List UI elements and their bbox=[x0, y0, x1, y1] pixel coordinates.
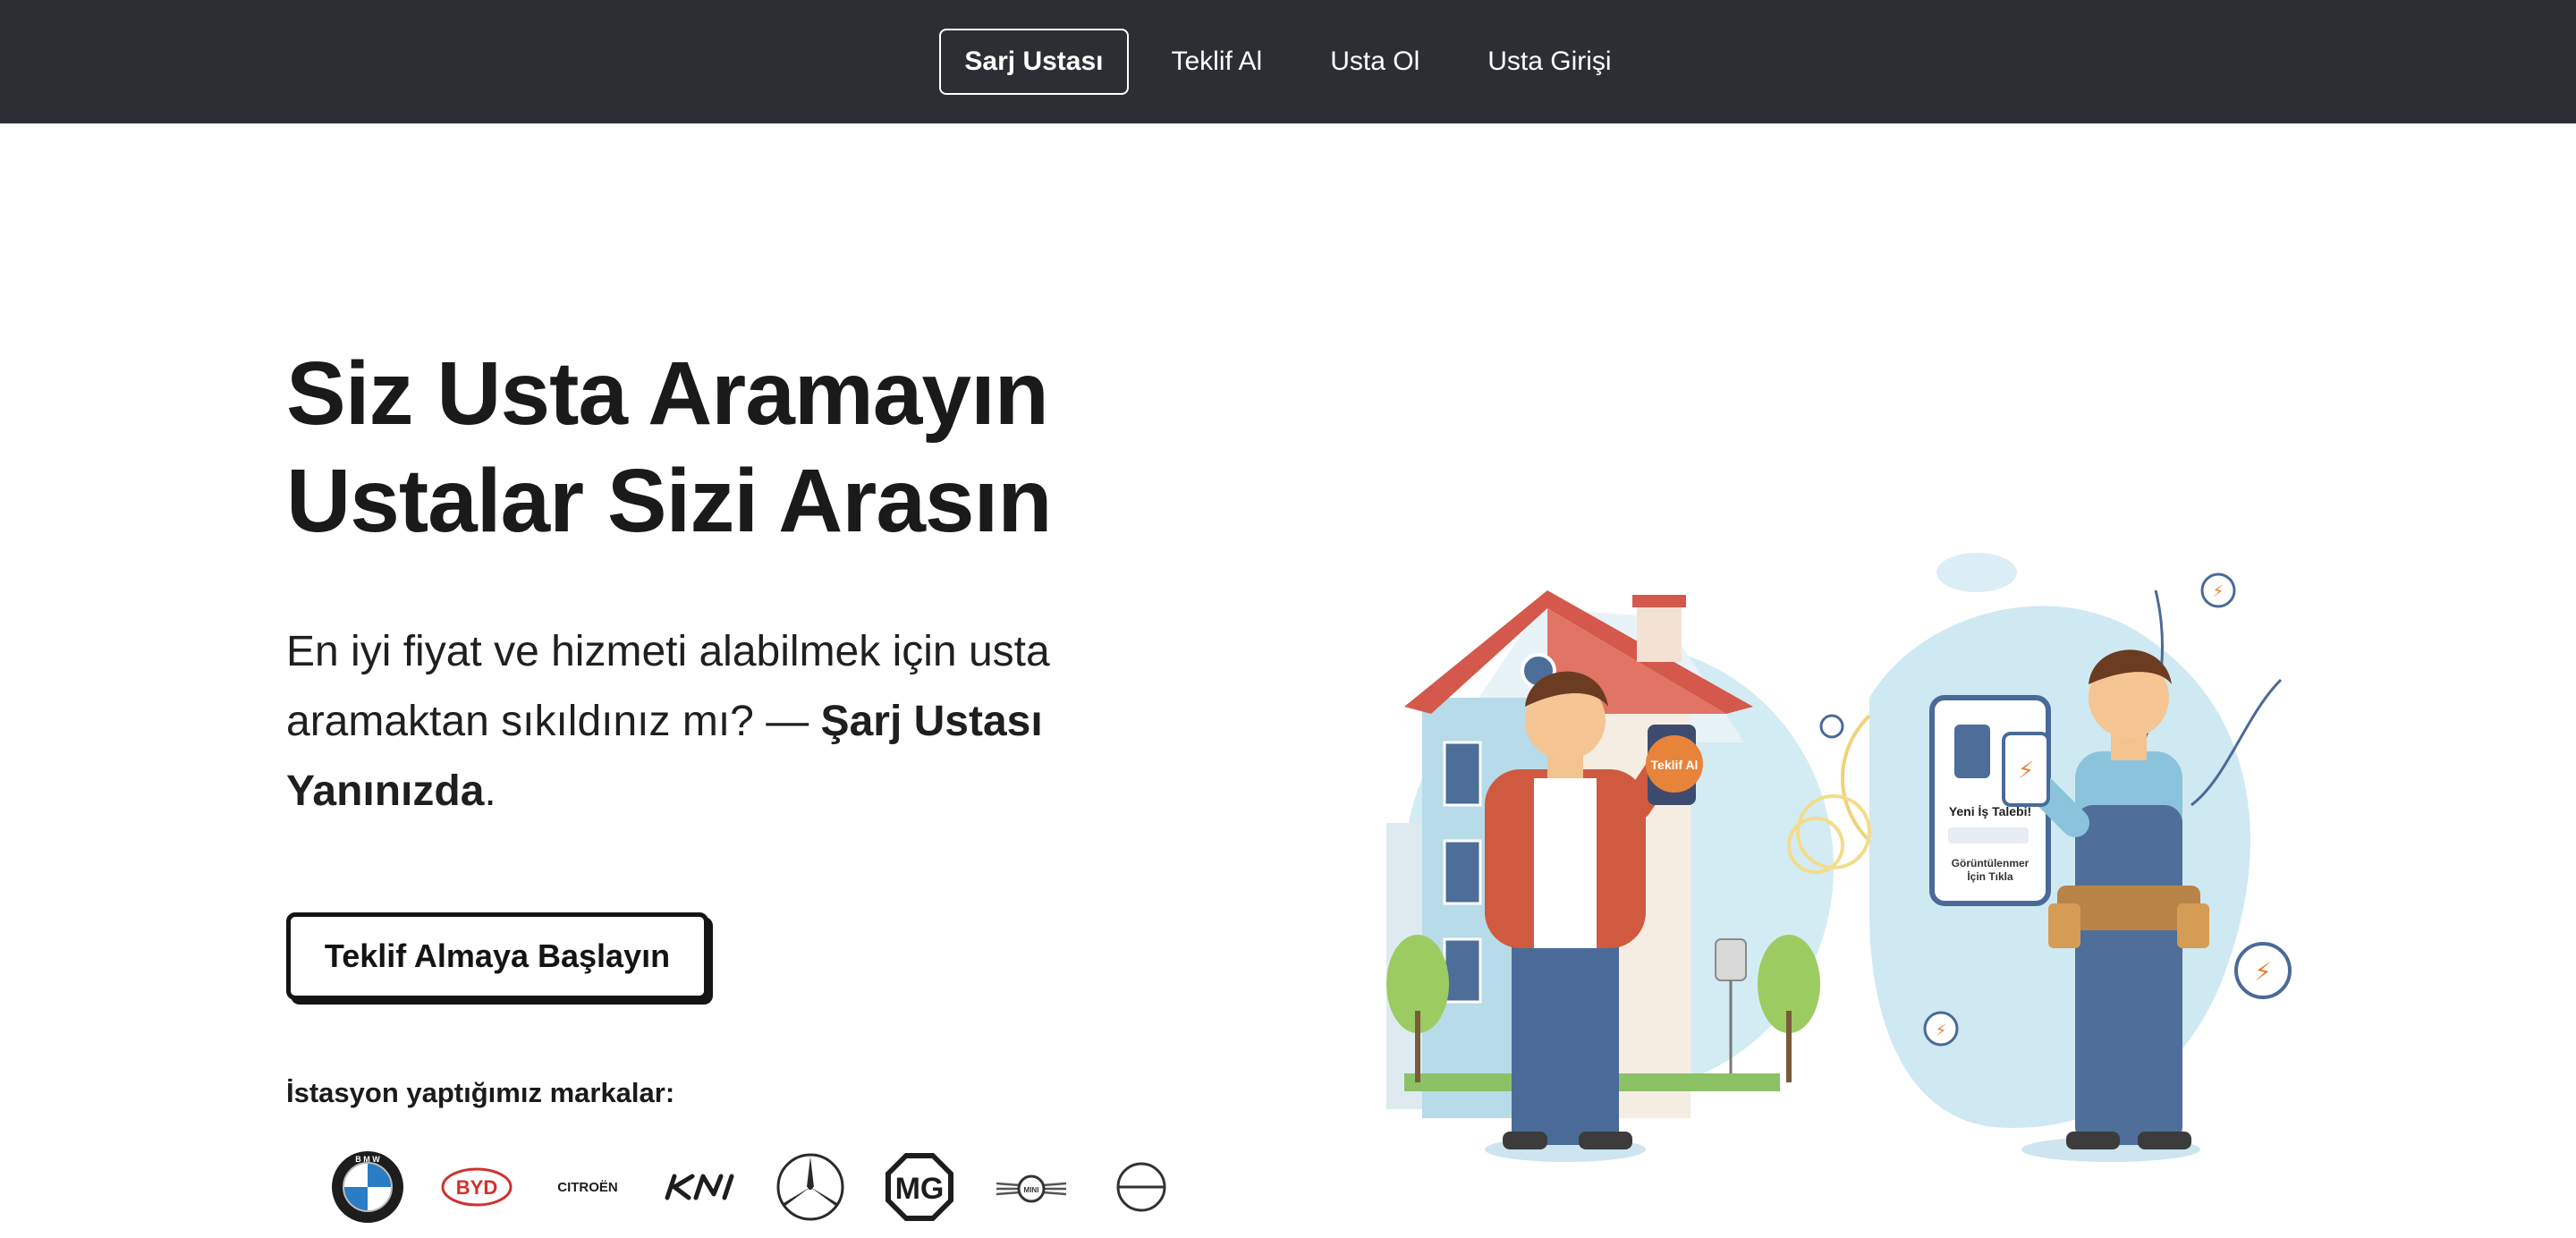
brands-carousel: B M W BYD CITROËN MG MINI bbox=[286, 1136, 1261, 1238]
brands-label: İstasyon yaptığımız markalar: bbox=[286, 1077, 675, 1108]
mini-logo-text: MINI bbox=[1024, 1186, 1039, 1194]
byd-logo-text: BYD bbox=[456, 1176, 497, 1199]
svg-text:⚡: ⚡ bbox=[1936, 1022, 1947, 1039]
top-navbar: Sarj Ustası Teklif Al Usta Ol Usta Giriş… bbox=[0, 0, 2576, 123]
hidden-text: Görüntülenmer İçin Tıkla bbox=[1951, 857, 2029, 883]
hero-title: Siz Usta Aramayın Ustalar Sizi Arasın bbox=[286, 340, 1145, 555]
phone-badge-text: Teklif Al bbox=[1651, 758, 1699, 772]
hero-title-line1: Siz Usta Aramayın bbox=[286, 343, 1049, 444]
svg-text:⚡: ⚡ bbox=[2254, 958, 2272, 986]
mg-logo-text: MG bbox=[895, 1172, 945, 1206]
citroen-logo: CITROËN bbox=[549, 1174, 626, 1200]
mini-logo: MINI bbox=[993, 1169, 1070, 1205]
get-quote-button[interactable]: Teklif Almaya Başlayın bbox=[286, 912, 708, 1000]
bmw-logo: B M W bbox=[331, 1150, 404, 1224]
partial-logo bbox=[1106, 1160, 1177, 1214]
byd-logo: BYD bbox=[440, 1166, 513, 1208]
svg-text:⚡: ⚡ bbox=[2018, 757, 2034, 784]
mercedes-logo bbox=[775, 1151, 846, 1223]
nav-sarj-ustasi[interactable]: Sarj Ustası bbox=[939, 29, 1129, 95]
citroen-logo-text: CITROËN bbox=[557, 1180, 618, 1195]
svg-text:⚡: ⚡ bbox=[2213, 582, 2224, 600]
kia-logo bbox=[662, 1169, 739, 1205]
nav-teklif-al[interactable]: Teklif Al bbox=[1147, 29, 1288, 95]
mg-logo: MG bbox=[882, 1149, 957, 1225]
svg-text:B M W: B M W bbox=[355, 1155, 380, 1164]
nav-usta-ol[interactable]: Usta Ol bbox=[1305, 29, 1445, 95]
hero-subtitle: En iyi fiyat ve hizmeti alabilmek için u… bbox=[286, 617, 1091, 827]
hero-title-line2: Ustalar Sizi Arasın bbox=[286, 451, 1052, 551]
nav-usta-girisi[interactable]: Usta Girişi bbox=[1462, 29, 1636, 95]
hero-illustration: Teklif Al ⚡ ⚡ ⚡ Yeni İş Talebi! Görüntül… bbox=[1368, 483, 2326, 1217]
hero-subtitle-end: . bbox=[484, 767, 496, 815]
